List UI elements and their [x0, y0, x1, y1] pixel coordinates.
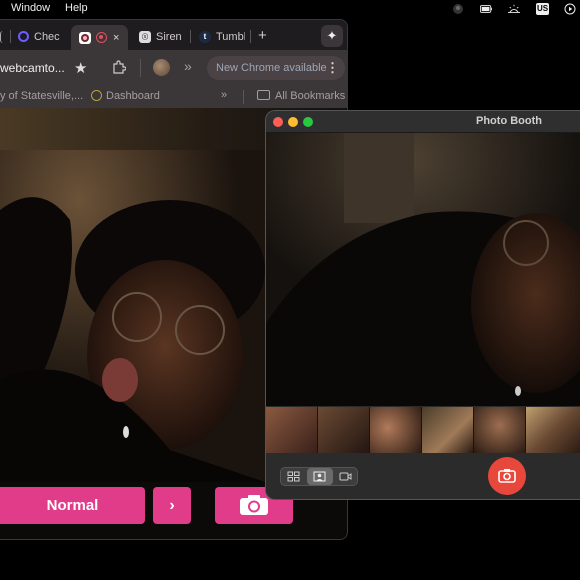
thumbnail[interactable]	[526, 407, 580, 453]
input-source-icon[interactable]: US	[536, 3, 549, 15]
address-bar[interactable]: webcamto...	[0, 61, 65, 75]
tab-strip: Chec × ⓢ Siren t Tumbl + ✦	[0, 20, 347, 50]
tab-check[interactable]: Chec	[18, 25, 66, 48]
tab-label: Tumbl	[216, 30, 245, 43]
next-button[interactable]: ›	[153, 487, 191, 524]
menu-kebab-icon[interactable]: ⋮	[326, 56, 339, 80]
siren-icon: ⓢ	[139, 30, 151, 43]
menu-help[interactable]: Help	[65, 2, 88, 14]
photo-booth-window: Photo Booth	[265, 110, 580, 500]
menu-window[interactable]: Window	[11, 2, 50, 14]
webcam-image	[0, 150, 265, 482]
photo-booth-preview	[266, 133, 580, 406]
menu-bar: Window Help US	[0, 0, 580, 18]
folder-icon	[257, 90, 270, 100]
thumbnail[interactable]	[370, 407, 421, 453]
brightness-icon[interactable]	[508, 3, 522, 15]
grid-icon	[287, 471, 300, 482]
mode-normal-button[interactable]: Normal	[0, 487, 145, 524]
bookmark-dashboard[interactable]: Dashboard	[91, 90, 160, 102]
single-photo-mode-button[interactable]	[307, 468, 333, 485]
window-title: Photo Booth	[476, 115, 542, 127]
status-circle-icon[interactable]	[452, 3, 464, 15]
maximize-window-button[interactable]	[303, 117, 313, 127]
all-bookmarks[interactable]: All Bookmarks	[257, 90, 345, 102]
video-mode-button[interactable]	[333, 468, 359, 485]
bookmark-statesville[interactable]: y of Statesville,...	[0, 90, 83, 102]
tab-label: Siren	[156, 30, 182, 43]
bookmark-label: Dashboard	[106, 90, 160, 102]
thumbnail[interactable]	[318, 407, 369, 453]
thumbnail[interactable]	[474, 407, 525, 453]
battery-icon[interactable]	[480, 3, 494, 15]
photo-booth-controls	[266, 453, 580, 499]
update-chrome-button[interactable]: New Chrome available ⋮	[207, 56, 345, 80]
tab-siren[interactable]: ⓢ Siren	[139, 25, 185, 48]
webcam-preview	[0, 150, 265, 482]
toolbar: webcamto... ★ » New Chrome available ⋮	[0, 50, 347, 86]
close-tab-icon[interactable]: ×	[113, 32, 119, 44]
close-window-button[interactable]	[273, 117, 283, 127]
tab-partial[interactable]	[0, 25, 8, 48]
update-label: New Chrome available	[216, 62, 327, 74]
thumbnail[interactable]	[422, 407, 473, 453]
portrait-icon	[313, 471, 326, 482]
thumbnail[interactable]	[266, 407, 317, 453]
camera-icon	[498, 469, 516, 483]
photo-booth-titlebar: Photo Booth	[266, 111, 580, 133]
play-icon[interactable]	[564, 3, 576, 15]
gemini-icon[interactable]: ✦	[321, 25, 343, 47]
live-preview-image	[266, 133, 580, 406]
record-status-icon	[96, 32, 107, 43]
bookmark-star-icon[interactable]: ★	[74, 59, 87, 77]
tab-active[interactable]: ×	[71, 25, 128, 50]
camera-icon	[240, 495, 268, 515]
checker-icon	[18, 31, 29, 42]
mode-switcher	[280, 467, 358, 486]
overflow-chevron-icon[interactable]: »	[184, 58, 192, 74]
thumbnail-strip[interactable]	[266, 407, 580, 453]
tab-tumblr[interactable]: t Tumbl	[199, 25, 245, 48]
grid-mode-button[interactable]	[281, 468, 307, 485]
bookmarks-bar: y of Statesville,... Dashboard » All Boo…	[0, 86, 347, 108]
tumblr-icon: t	[199, 30, 211, 43]
dashboard-icon	[91, 90, 102, 101]
profile-avatar[interactable]	[153, 59, 170, 76]
tab-label: Chec	[34, 30, 60, 43]
extensions-icon[interactable]	[112, 60, 127, 74]
record-icon	[79, 31, 91, 44]
shutter-button[interactable]	[488, 457, 526, 495]
bookmarks-overflow-icon[interactable]: »	[221, 89, 227, 101]
minimize-window-button[interactable]	[288, 117, 298, 127]
new-tab-button[interactable]: +	[258, 27, 267, 44]
bookmark-label: All Bookmarks	[275, 90, 346, 102]
video-icon	[339, 472, 352, 481]
